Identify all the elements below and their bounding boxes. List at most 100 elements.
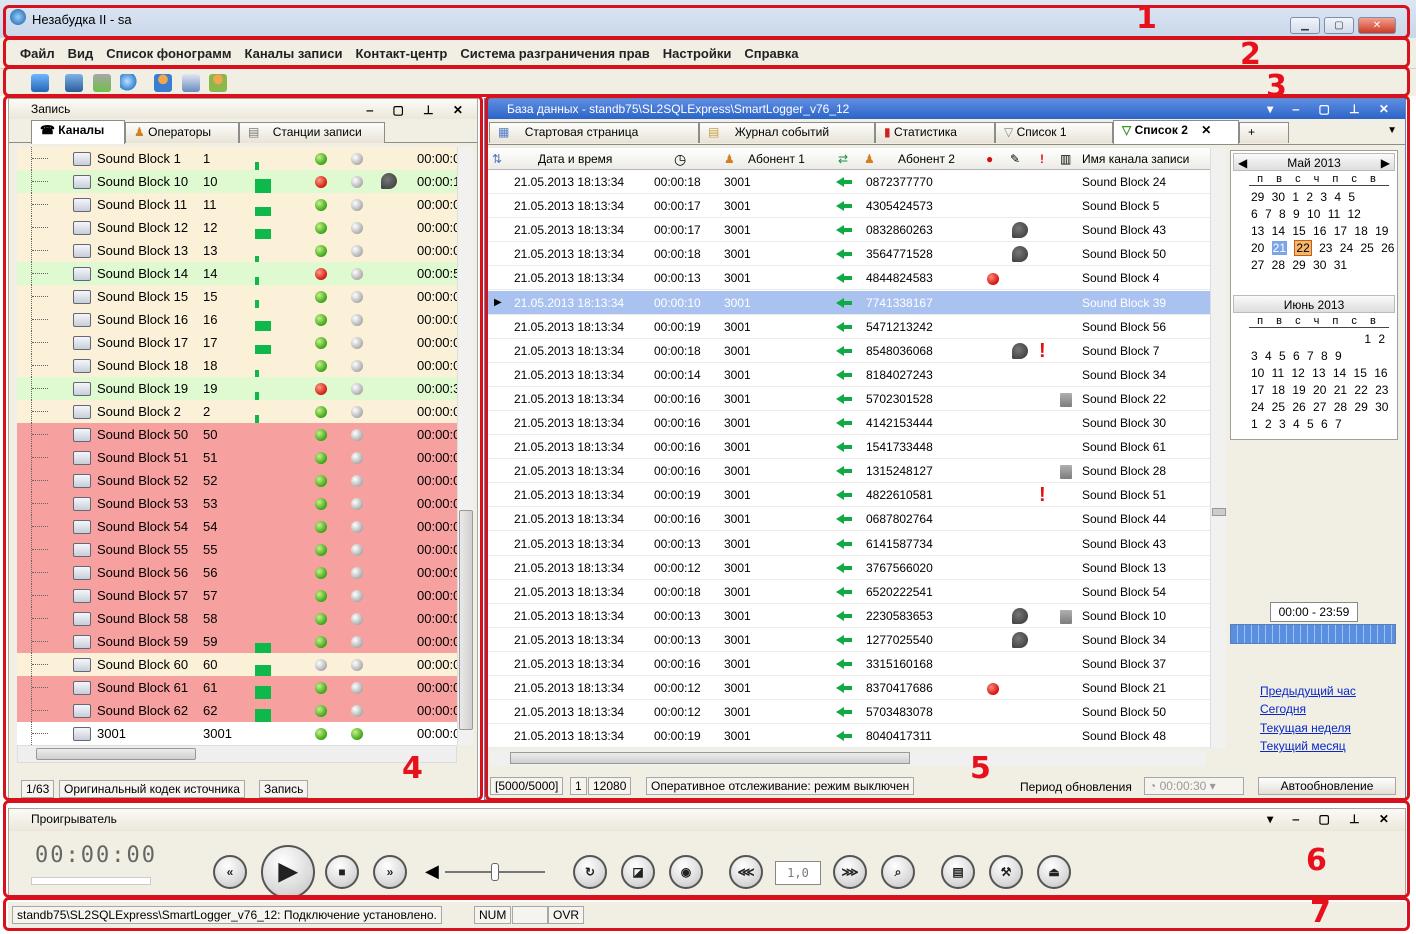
- channel-row[interactable]: Sound Block 14 14 00:00:58: [17, 262, 463, 285]
- calendar-week[interactable]: 13 14 15 16 17 18 19: [1251, 223, 1391, 240]
- search-icon[interactable]: [120, 74, 139, 92]
- mark-button[interactable]: ◪: [621, 855, 655, 889]
- channel-row[interactable]: Sound Block 60 60 00:00:00: [17, 653, 463, 676]
- faster-button[interactable]: ⋙: [833, 855, 867, 889]
- channels-hscroll-thumb[interactable]: [36, 748, 196, 760]
- calendar-week[interactable]: 3 4 5 6 7 8 9: [1251, 348, 1391, 365]
- channel-row[interactable]: Sound Block 15 15 00:00:00: [17, 285, 463, 308]
- tab-event-log[interactable]: ▤ Журнал событий: [699, 122, 875, 143]
- menu-contact-center[interactable]: Контакт-центр: [355, 46, 447, 61]
- channel-row[interactable]: Sound Block 58 58 00:00:00: [17, 607, 463, 630]
- menu-recordings[interactable]: Список фонограмм: [106, 46, 231, 61]
- tab-stations[interactable]: ▤ Станции записи: [239, 122, 385, 143]
- calendar-week[interactable]: 1 2: [1251, 331, 1391, 348]
- channels-hscrollbar[interactable]: [17, 745, 457, 763]
- speed-field[interactable]: 1,0: [775, 861, 821, 885]
- table-row[interactable]: 21.05.2013 18:13:34 00:00:19 3001 804041731…: [488, 724, 1210, 748]
- day-today[interactable]: 22: [1294, 240, 1312, 256]
- notes-button[interactable]: ▤: [941, 855, 975, 889]
- autoupdate-button[interactable]: Автообновление: [1258, 777, 1396, 795]
- table-row[interactable]: 21.05.2013 18:13:34 00:00:16 3001 154173344…: [488, 435, 1210, 460]
- col-abonent1[interactable]: Абонент 1: [748, 148, 805, 170]
- calendar-week[interactable]: 17 18 19 20 21 22 23: [1251, 382, 1391, 399]
- records-scroll-thumb[interactable]: [1212, 508, 1226, 516]
- menu-settings[interactable]: Настройки: [663, 46, 732, 61]
- next-month-icon[interactable]: ▶: [1381, 154, 1390, 172]
- table-row[interactable]: 21.05.2013 18:13:34 00:00:13 3001 223058365…: [488, 604, 1210, 628]
- tab-operators[interactable]: ♟ Операторы: [125, 122, 239, 143]
- user-icon[interactable]: [154, 74, 173, 92]
- repeat-button[interactable]: ↻: [573, 855, 607, 889]
- channel-row[interactable]: Sound Block 17 17 00:00:00: [17, 331, 463, 354]
- calendar-week[interactable]: 20 21 22 23 24 25 26: [1251, 240, 1394, 257]
- channel-row[interactable]: Sound Block 18 18 00:00:00: [17, 354, 463, 377]
- tab-list-1[interactable]: ▽ Список 1: [995, 122, 1113, 143]
- table-row[interactable]: 21.05.2013 18:13:34 00:00:16 3001 331516016…: [488, 652, 1210, 676]
- channel-row[interactable]: Sound Block 56 56 00:00:00: [17, 561, 463, 584]
- link-today[interactable]: Сегодня: [1260, 702, 1306, 716]
- may-days[interactable]: 29 30 1 2 3 4 56 7 8 9 10 11 12 13 14 15 …: [1251, 189, 1394, 274]
- channel-row[interactable]: Sound Block 51 51 00:00:00: [17, 446, 463, 469]
- menu-view[interactable]: Вид: [68, 46, 94, 61]
- channel-row[interactable]: Sound Block 62 62 00:00:00: [17, 699, 463, 722]
- player-controls[interactable]: ▾ ‒ ▢ ⊥ ✕: [1267, 809, 1397, 829]
- tab-statistics[interactable]: ▮ Статистика: [875, 122, 995, 143]
- channels-scrollbar[interactable]: [457, 147, 473, 745]
- card-icon[interactable]: [181, 74, 200, 92]
- channel-row[interactable]: Sound Block 52 52 00:00:00: [17, 469, 463, 492]
- calendar-week[interactable]: 10 11 12 13 14 15 16: [1251, 365, 1391, 382]
- link-previous-hour[interactable]: Предыдущий час: [1260, 684, 1356, 698]
- panel-controls[interactable]: ‒ ▢ ⊥ ✕: [366, 100, 471, 120]
- users-icon[interactable]: [209, 74, 228, 92]
- forward-button[interactable]: »: [373, 855, 407, 889]
- calendar-week[interactable]: 24 25 26 27 28 29 30: [1251, 399, 1391, 416]
- tab-start-page[interactable]: ▦ Стартовая страница: [489, 122, 699, 143]
- record-button[interactable]: ◉: [669, 855, 703, 889]
- col-abonent2[interactable]: Абонент 2: [898, 148, 955, 170]
- records-scrollbar[interactable]: [1210, 148, 1226, 748]
- table-row[interactable]: 21.05.2013 18:13:34 00:00:18 3001 854803606…: [488, 339, 1210, 363]
- prev-month-icon[interactable]: ◀: [1238, 154, 1247, 172]
- records-hscrollbar[interactable]: [490, 750, 1206, 766]
- table-row[interactable]: 21.05.2013 18:13:34 00:00:19 3001 482261058…: [488, 483, 1210, 508]
- channel-row[interactable]: Sound Block 10 10 00:00:16: [17, 170, 463, 193]
- tab-dropdown-icon[interactable]: ▼: [1387, 125, 1397, 136]
- channel-row[interactable]: Sound Block 57 57 00:00:00: [17, 584, 463, 607]
- tab-list-2[interactable]: ▽ Список 2 ✕: [1113, 120, 1239, 144]
- stop-button[interactable]: ■: [325, 855, 359, 889]
- channel-row[interactable]: Sound Block 13 13 00:00:00: [17, 239, 463, 262]
- table-row[interactable]: 21.05.2013 18:13:34 00:00:12 3001 570348307…: [488, 700, 1210, 725]
- channel-row[interactable]: Sound Block 53 53 00:00:00: [17, 492, 463, 515]
- player-progress[interactable]: [31, 877, 151, 885]
- table-row[interactable]: 21.05.2013 18:13:34 00:00:12 3001 837041768…: [488, 676, 1210, 701]
- channel-row[interactable]: Sound Block 50 50 00:00:00: [17, 423, 463, 446]
- table-row[interactable]: 21.05.2013 18:13:34 00:00:13 3001 484482458…: [488, 266, 1210, 291]
- time-range[interactable]: 00:00 - 23:59: [1270, 602, 1358, 622]
- channel-row[interactable]: Sound Block 2 2 00:00:00: [17, 400, 463, 423]
- col-datetime[interactable]: Дата и время: [538, 148, 612, 170]
- zoom-button[interactable]: ⌕: [881, 855, 915, 889]
- calendar-week[interactable]: 29 30 1 2 3 4 5: [1251, 189, 1391, 206]
- calendar-week[interactable]: 27 28 29 30 31: [1251, 257, 1391, 274]
- channel-row[interactable]: Sound Block 1 1 00:00:00: [17, 147, 463, 170]
- col-channel-name[interactable]: Имя канала записи: [1082, 148, 1189, 170]
- table-row[interactable]: 21.05.2013 18:13:34 00:00:16 3001 131524812…: [488, 459, 1210, 484]
- menu-help[interactable]: Справка: [744, 46, 798, 61]
- table-row[interactable]: 21.05.2013 18:13:34 00:00:17 3001 430542457…: [488, 194, 1210, 219]
- database-icon[interactable]: [31, 74, 49, 92]
- volume-slider[interactable]: [445, 863, 545, 881]
- slower-button[interactable]: ⋘: [729, 855, 763, 889]
- table-row[interactable]: 21.05.2013 18:13:34 00:00:17 3001 083286026…: [488, 218, 1210, 243]
- maximize-button[interactable]: ▢: [1324, 17, 1354, 34]
- close-tab-icon[interactable]: ✕: [1201, 123, 1211, 137]
- table-row[interactable]: 21.05.2013 18:13:34 00:00:13 3001 614158773…: [488, 532, 1210, 556]
- channel-row[interactable]: Sound Block 19 19 00:00:36: [17, 377, 463, 400]
- link-current-week[interactable]: Текущая неделя: [1260, 721, 1351, 735]
- table-row[interactable]: 21.05.2013 18:13:34 00:00:16 3001 570230152…: [488, 387, 1210, 411]
- channel-row[interactable]: Sound Block 59 59 00:00:00: [17, 630, 463, 653]
- time-slider[interactable]: [1230, 624, 1396, 644]
- june-days[interactable]: 1 23 4 5 6 7 8 9 10 11 12 13 14 15 16 17 1…: [1251, 331, 1391, 433]
- channel-row[interactable]: 3001 3001 00:00:00: [17, 722, 463, 745]
- channel-row[interactable]: Sound Block 16 16 00:00:00: [17, 308, 463, 331]
- tools-button[interactable]: ⚒: [989, 855, 1023, 889]
